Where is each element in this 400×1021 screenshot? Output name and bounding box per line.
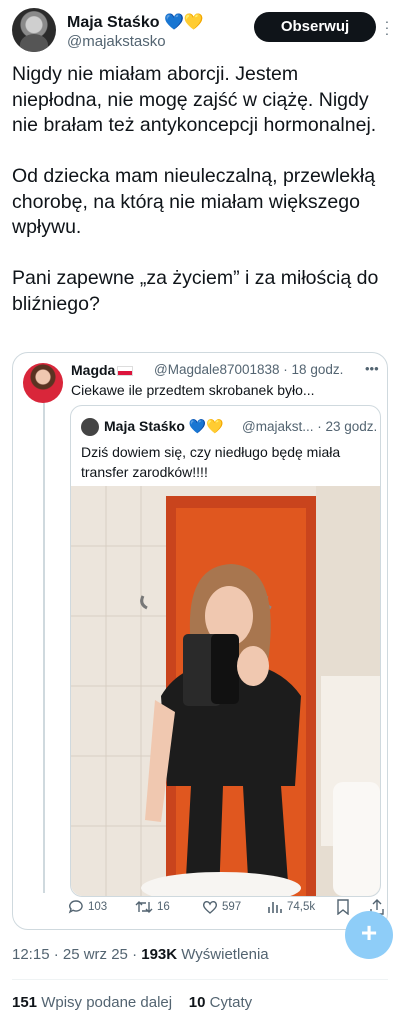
views-chart-icon	[268, 902, 282, 913]
quotes-label: Cytaty	[205, 994, 253, 1011]
tweet-text: Nigdy nie miałam aborcji. Jestem niepłod…	[12, 62, 390, 343]
reposts-stat[interactable]: 151 Wpisy podane dalej	[12, 994, 172, 1011]
quoted-more-icon[interactable]: •••	[365, 361, 379, 376]
quoted-author-name-text[interactable]: Magda	[71, 362, 115, 378]
retweet-count: 16	[157, 901, 170, 913]
bookmark-icon	[337, 899, 349, 915]
thread-line	[43, 401, 45, 893]
retweet-action[interactable]: 16	[135, 899, 170, 915]
tweet-header: Maja Staśko 💙💛 @majakstasko Obserwuj · · ·	[12, 8, 390, 52]
author-handle[interactable]: @majakstasko	[67, 33, 166, 50]
quoted-text: Ciekawe ile przedtem skrobanek było...	[71, 382, 315, 398]
reposts-count: 151	[12, 994, 38, 1011]
quotes-count: 10	[188, 994, 206, 1011]
reply-icon	[68, 900, 83, 914]
tweet-photo[interactable]	[71, 486, 380, 896]
reposts-label: Wpisy podane dalej	[37, 994, 173, 1011]
inner-handle-time: @majakst... · 23 godz.	[242, 419, 378, 434]
tweet-paragraph: Pani zapewne „za życiem” i za miłością d…	[12, 267, 379, 315]
inner-quoted-tweet[interactable]: Maja Staśko 💙💛 @majakst... · 23 godz. Dz…	[70, 405, 381, 897]
heart-emoji-icon: 💙💛	[188, 418, 224, 434]
reply-count: 103	[88, 901, 108, 913]
tweet-stats: 151 Wpisy podane dalej 10 Cytaty	[12, 994, 252, 1011]
tweet-time-date[interactable]: 12:15 · 25 wrz 25 ·	[12, 946, 141, 963]
tweet-meta: 12:15 · 25 wrz 25 · 193K Wyświetlenia	[12, 946, 269, 963]
more-options-icon[interactable]: · · ·	[381, 14, 393, 40]
quoted-avatar[interactable]	[23, 363, 63, 403]
tweet-paragraph: Od dziecka mam nieuleczalną, przewlekłą …	[12, 165, 376, 238]
reply-action[interactable]: 103	[68, 899, 107, 915]
like-action[interactable]: 597	[202, 899, 241, 915]
views-total: 193K	[141, 946, 178, 963]
heart-icon	[202, 900, 218, 914]
retweet-icon	[135, 901, 153, 913]
bookmark-action[interactable]	[336, 899, 350, 915]
tweet-paragraph: Nigdy nie miałam aborcji. Jestem niepłod…	[12, 63, 377, 136]
quoted-author-name[interactable]: Magda	[71, 362, 134, 378]
inner-text: Dziś dowiem się, czy niedługo będę miała…	[81, 444, 341, 480]
quotes-stat[interactable]: 10 Cytaty	[189, 994, 252, 1011]
inner-author-name-text: Maja Staśko	[104, 418, 185, 434]
compose-fab-button[interactable]	[345, 911, 393, 959]
views-count: 74,5k	[287, 901, 316, 913]
inner-author-name: Maja Staśko 💙💛	[104, 418, 224, 435]
like-count: 597	[222, 901, 242, 913]
avatar[interactable]	[12, 8, 56, 52]
quoted-action-bar: 103 16 597 74,5k	[68, 899, 386, 921]
views-label: Wyświetlenia	[177, 946, 269, 963]
divider	[12, 979, 388, 980]
inner-avatar	[81, 418, 99, 436]
views-action[interactable]: 74,5k	[267, 899, 315, 915]
author-name[interactable]: Maja Staśko 💙💛	[67, 12, 204, 32]
quoted-tweet-card[interactable]: Magda @Magdale87001838 · 18 godz. ••• Ci…	[12, 352, 393, 959]
follow-button[interactable]: Obserwuj	[254, 12, 376, 42]
poland-flag-icon	[117, 366, 134, 376]
quoted-handle-time[interactable]: @Magdale87001838 · 18 godz.	[154, 362, 343, 377]
bathroom-selfie-image	[71, 486, 380, 896]
author-name-text[interactable]: Maja Staśko	[67, 14, 159, 31]
heart-emoji-icon: 💙💛	[163, 14, 204, 31]
